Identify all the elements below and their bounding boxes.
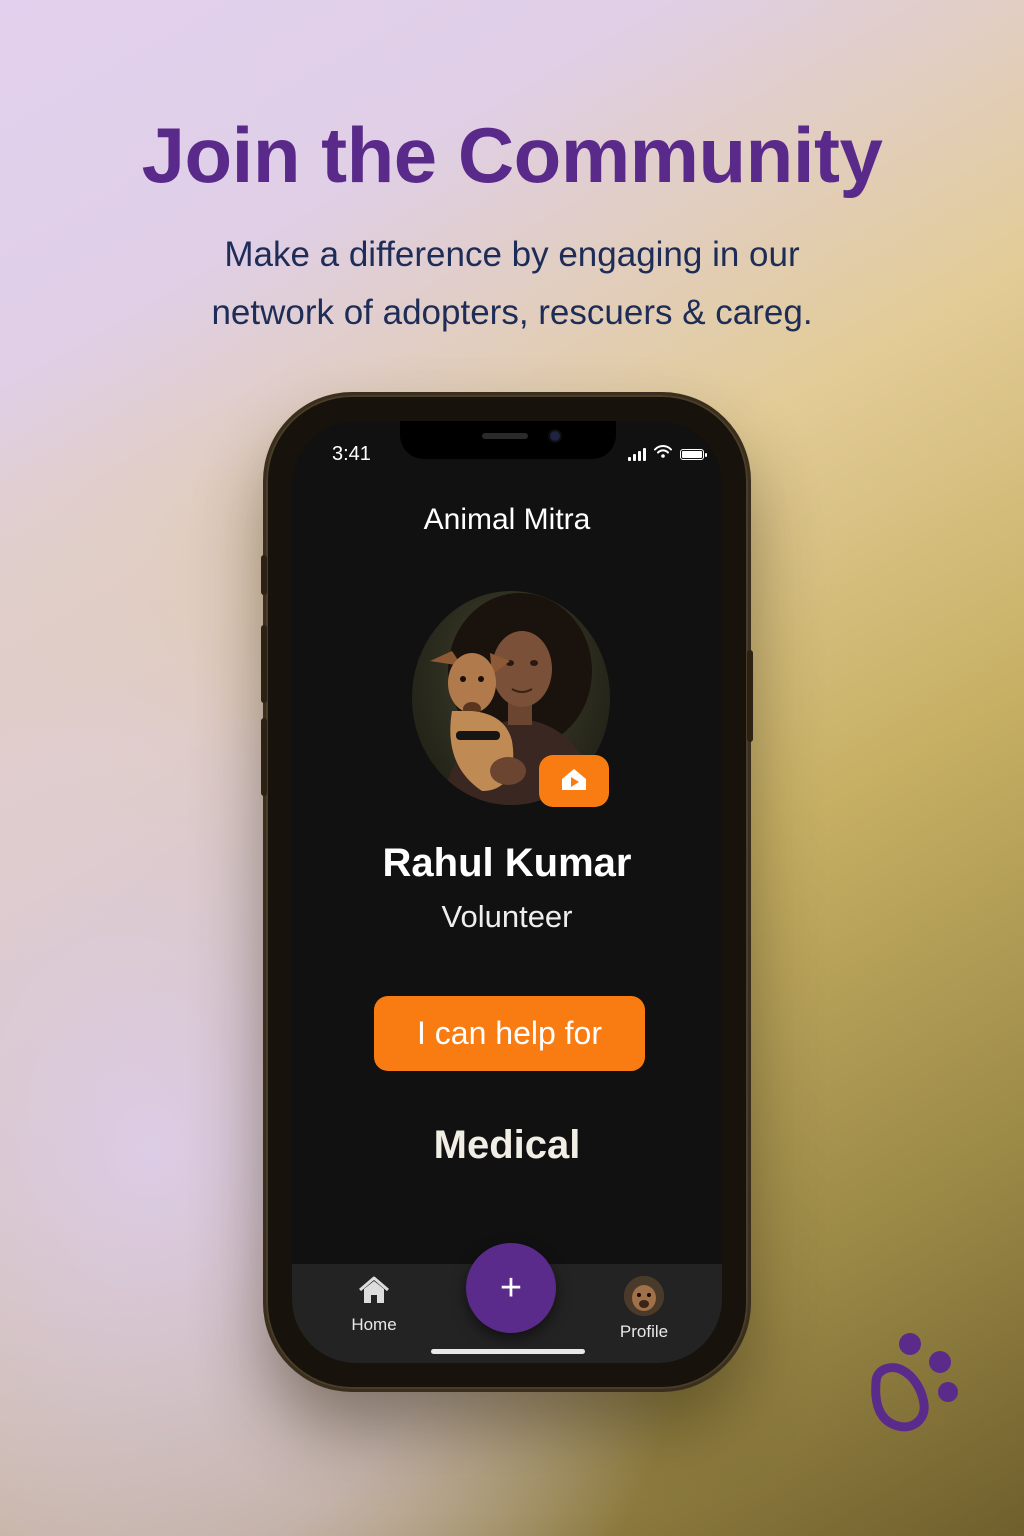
- tab-home[interactable]: Home: [340, 1276, 408, 1335]
- home-indicator: [431, 1349, 585, 1354]
- profile-name: Rahul Kumar: [382, 841, 632, 885]
- battery-icon: [680, 448, 707, 460]
- power-button: [747, 650, 753, 742]
- profile-role: Volunteer: [441, 899, 573, 934]
- subtitle: Make a difference by engaging in our net…: [112, 226, 912, 342]
- wifi-icon: [654, 445, 672, 463]
- paw-logo-icon: [862, 1330, 966, 1434]
- front-camera: [550, 431, 560, 441]
- earpiece-speaker: [482, 433, 528, 439]
- app-title: Animal Mitra: [423, 503, 591, 536]
- volume-down-button: [261, 718, 267, 796]
- help-button[interactable]: I can help for: [374, 996, 645, 1071]
- mute-switch: [261, 555, 267, 595]
- tab-home-label: Home: [351, 1315, 397, 1334]
- help-category: Medical: [433, 1123, 581, 1167]
- status-icons: [628, 445, 707, 463]
- subtitle-line-1: Make a difference by engaging in our: [224, 235, 800, 274]
- phone-screen: 3:41 Animal Mitra Rahul Kumar Volunteer …: [292, 421, 722, 1363]
- add-button[interactable]: +: [466, 1243, 556, 1333]
- notch: [400, 421, 616, 459]
- home-icon: [358, 1276, 390, 1309]
- subtitle-line-2: network of adopters, rescuers & careg.: [211, 293, 813, 332]
- tab-profile-label: Profile: [619, 1322, 669, 1341]
- profile-thumbnail: [624, 1276, 664, 1316]
- headline: Join the Community: [141, 111, 883, 199]
- status-time: 3:41: [332, 443, 371, 465]
- tab-profile[interactable]: Profile: [610, 1276, 678, 1342]
- home-icon: [559, 766, 589, 797]
- avatar-badge[interactable]: [539, 755, 609, 807]
- volume-up-button: [261, 625, 267, 703]
- signal-icon: [628, 447, 646, 461]
